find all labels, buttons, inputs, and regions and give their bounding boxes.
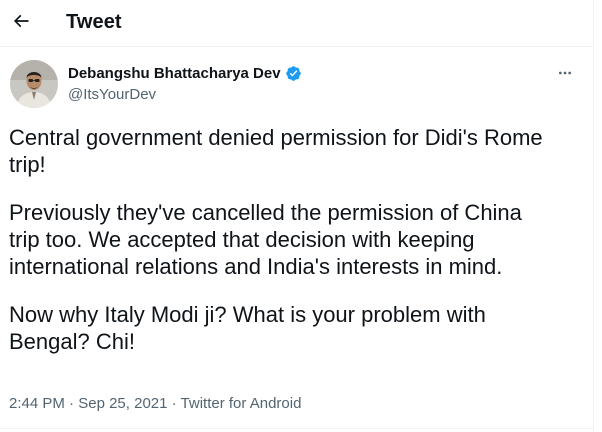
tweet-page: Tweet Debangshu Bhattacharya Dev @ItsYou… [0,0,594,432]
avatar[interactable] [10,60,58,108]
tweet-source-link[interactable]: Twitter for Android [181,395,302,412]
arrow-left-icon [13,14,29,28]
tweet-date: Sep 25, 2021 [78,395,168,412]
tweet-paragraph: Central government denied permission for… [9,125,543,177]
divider [0,428,594,429]
meta-separator: · [69,395,75,412]
author-name-row: Debangshu Bhattacharya Dev [68,64,302,83]
meta-separator: · [171,395,177,412]
tweet-meta: 2:44 PM · Sep 25, 2021 · Twitter for And… [9,394,301,413]
author-handle[interactable]: @ItsYourDev [68,85,156,104]
tweet-paragraph: Now why Italy Modi ji? What is your prob… [9,302,486,354]
tweet-text: Central government denied permission for… [9,124,585,355]
tweet-time-link[interactable]: 2:44 PM · Sep 25, 2021 [9,395,167,412]
author-name[interactable]: Debangshu Bhattacharya Dev [68,64,281,83]
page-header: Tweet [0,0,594,47]
tweet-time: 2:44 PM [9,395,65,412]
profile-photo [10,60,58,108]
verified-badge-icon [285,65,302,82]
more-options-button[interactable] [554,62,576,84]
tweet-paragraph: Previously they've cancelled the permiss… [9,200,522,279]
page-title: Tweet [66,11,122,33]
more-horizontal-icon [559,71,571,75]
back-button[interactable] [6,6,36,36]
